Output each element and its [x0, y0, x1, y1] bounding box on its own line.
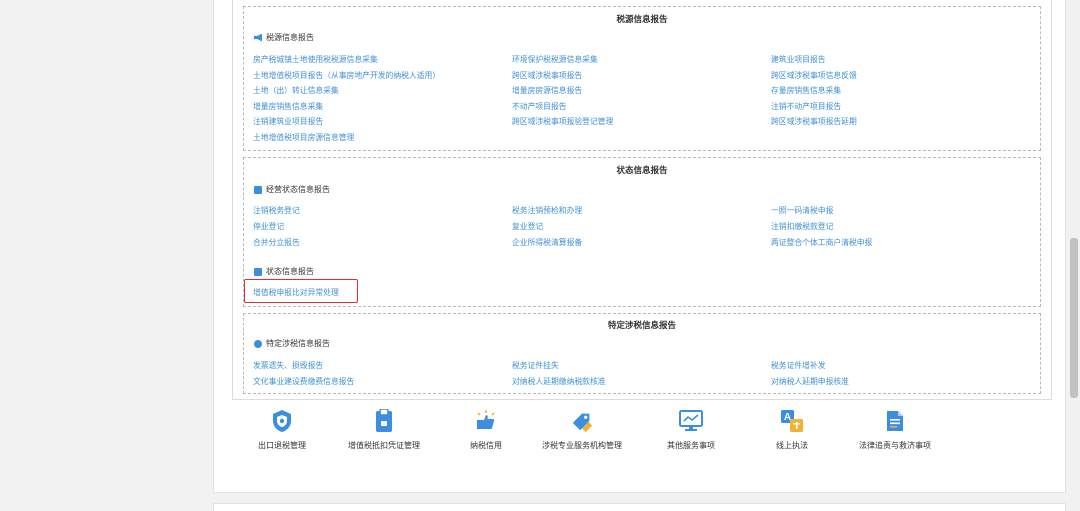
sub-title-label: 税源信息报告	[266, 33, 314, 42]
thumbs-up-icon	[474, 408, 498, 434]
link-cit-liquidation[interactable]: 企业所得税清算报备	[512, 237, 582, 248]
link-existing-housing[interactable]: 存量房销售信息采集	[771, 85, 841, 96]
service-label: 涉税专业服务机构管理	[542, 441, 622, 450]
link-cross-region-registration[interactable]: 跨区域涉税事项报验登记管理	[512, 116, 613, 127]
link-certificate-reissue[interactable]: 税务证件增补发	[771, 360, 826, 371]
section-title: 特定涉税信息报告	[607, 321, 676, 331]
status-section: 状态信息报告 经营状态信息报告 状态信息报告	[243, 157, 1041, 307]
translate-icon: A	[780, 408, 804, 434]
service-tax-credit[interactable]: 纳税信用	[431, 408, 541, 451]
chat-icon	[254, 339, 262, 348]
link-cross-region-feedback[interactable]: 跨区域涉税事项信息反馈	[771, 70, 857, 81]
link-construction-report[interactable]: 建筑业项目报告	[771, 54, 826, 65]
service-other[interactable]: 其他服务事项	[636, 408, 746, 451]
link-real-estate-project[interactable]: 不动产项目报告	[512, 101, 567, 112]
sub-title-label: 经营状态信息报告	[266, 185, 330, 194]
shield-icon	[270, 408, 294, 434]
link-merger-split[interactable]: 合并分立报告	[253, 237, 300, 248]
service-label: 法律追责与救济事项	[859, 441, 931, 450]
link-new-housing[interactable]: 增量房房源信息报告	[512, 85, 582, 96]
service-label: 其他服务事项	[667, 441, 715, 450]
document-lock-icon	[372, 408, 396, 434]
link-property-tax[interactable]: 房产税城镇土地使用税税源信息采集	[253, 54, 378, 65]
tag-icon	[570, 408, 594, 434]
service-label: 出口退税管理	[258, 441, 306, 450]
section-title: 税源信息报告	[616, 15, 668, 25]
service-label: 线上执法	[776, 441, 808, 450]
link-culture-fee[interactable]: 文化事业建设费缴费信息报告	[253, 376, 354, 387]
sub-title-label: 状态信息报告	[266, 267, 314, 276]
sub-title: 状态信息报告	[254, 266, 314, 277]
document-icon	[883, 408, 907, 434]
link-env-tax[interactable]: 环境保护税税源信息采集	[512, 54, 598, 65]
service-agency-management[interactable]: 涉税专业服务机构管理	[527, 408, 637, 451]
link-cancel-tax-registration[interactable]: 注销税务登记	[253, 205, 300, 216]
link-invoice-loss[interactable]: 发票遗失、损毁报告	[253, 360, 323, 371]
document-icon	[254, 267, 262, 276]
link-cancel-withholding[interactable]: 注销扣缴税款登记	[771, 221, 833, 232]
next-panel	[213, 503, 1066, 511]
sub-title: 税源信息报告	[254, 32, 314, 43]
scrollbar-thumb[interactable]	[1070, 238, 1078, 398]
sub-title-label: 特定涉税信息报告	[266, 339, 330, 348]
link-cross-region-extension[interactable]: 跨区域涉税事项报告延期	[771, 116, 857, 127]
sub-title: 经营状态信息报告	[254, 184, 330, 195]
document-icon	[254, 185, 262, 194]
service-export-refund[interactable]: 出口退税管理	[227, 408, 337, 451]
link-cancel-precheck[interactable]: 税务注销预检和办理	[512, 205, 582, 216]
link-certificate-loss[interactable]: 税务证件挂失	[512, 360, 559, 371]
link-resumption[interactable]: 复业登记	[512, 221, 543, 232]
link-cancel-construction[interactable]: 注销建筑业项目报告	[253, 116, 323, 127]
service-label: 纳税信用	[470, 441, 502, 450]
link-suspension[interactable]: 停业登记	[253, 221, 284, 232]
link-cancel-real-estate[interactable]: 注销不动产项目报告	[771, 101, 841, 112]
service-label: 增值税抵扣凭证管理	[348, 441, 420, 450]
link-deferred-payment[interactable]: 对纳税人延期缴纳税款核准	[512, 376, 606, 387]
link-land-vat-housing[interactable]: 土地增值税项目房源信息管理	[253, 132, 354, 143]
sub-title: 特定涉税信息报告	[254, 338, 330, 349]
monitor-icon	[679, 408, 703, 434]
link-deferred-filing[interactable]: 对纳税人延期申报核准	[771, 376, 849, 387]
link-one-code-clearance[interactable]: 一照一码清税申报	[771, 205, 833, 216]
link-cross-region-report[interactable]: 跨区域涉税事项报告	[512, 70, 582, 81]
service-legal-remedy[interactable]: 法律追责与救济事项	[840, 408, 950, 451]
service-vat-deduction[interactable]: 增值税抵扣凭证管理	[329, 408, 439, 451]
section-title: 状态信息报告	[616, 166, 668, 176]
service-online-enforcement[interactable]: A 线上执法	[737, 408, 847, 451]
link-land-vat-project[interactable]: 土地增值税项目报告（从事房地产开发的纳税人适用）	[253, 70, 440, 81]
link-land-transfer[interactable]: 土地（出）转让信息采集	[253, 85, 339, 96]
highlight-box	[244, 279, 358, 303]
megaphone-icon	[254, 33, 262, 42]
link-new-housing-sales[interactable]: 增量房销售信息采集	[253, 101, 323, 112]
special-tax-section: 特定涉税信息报告 特定涉税信息报告	[243, 313, 1041, 394]
link-individual-clearance[interactable]: 两证整合个体工商户清税申报	[771, 237, 872, 248]
